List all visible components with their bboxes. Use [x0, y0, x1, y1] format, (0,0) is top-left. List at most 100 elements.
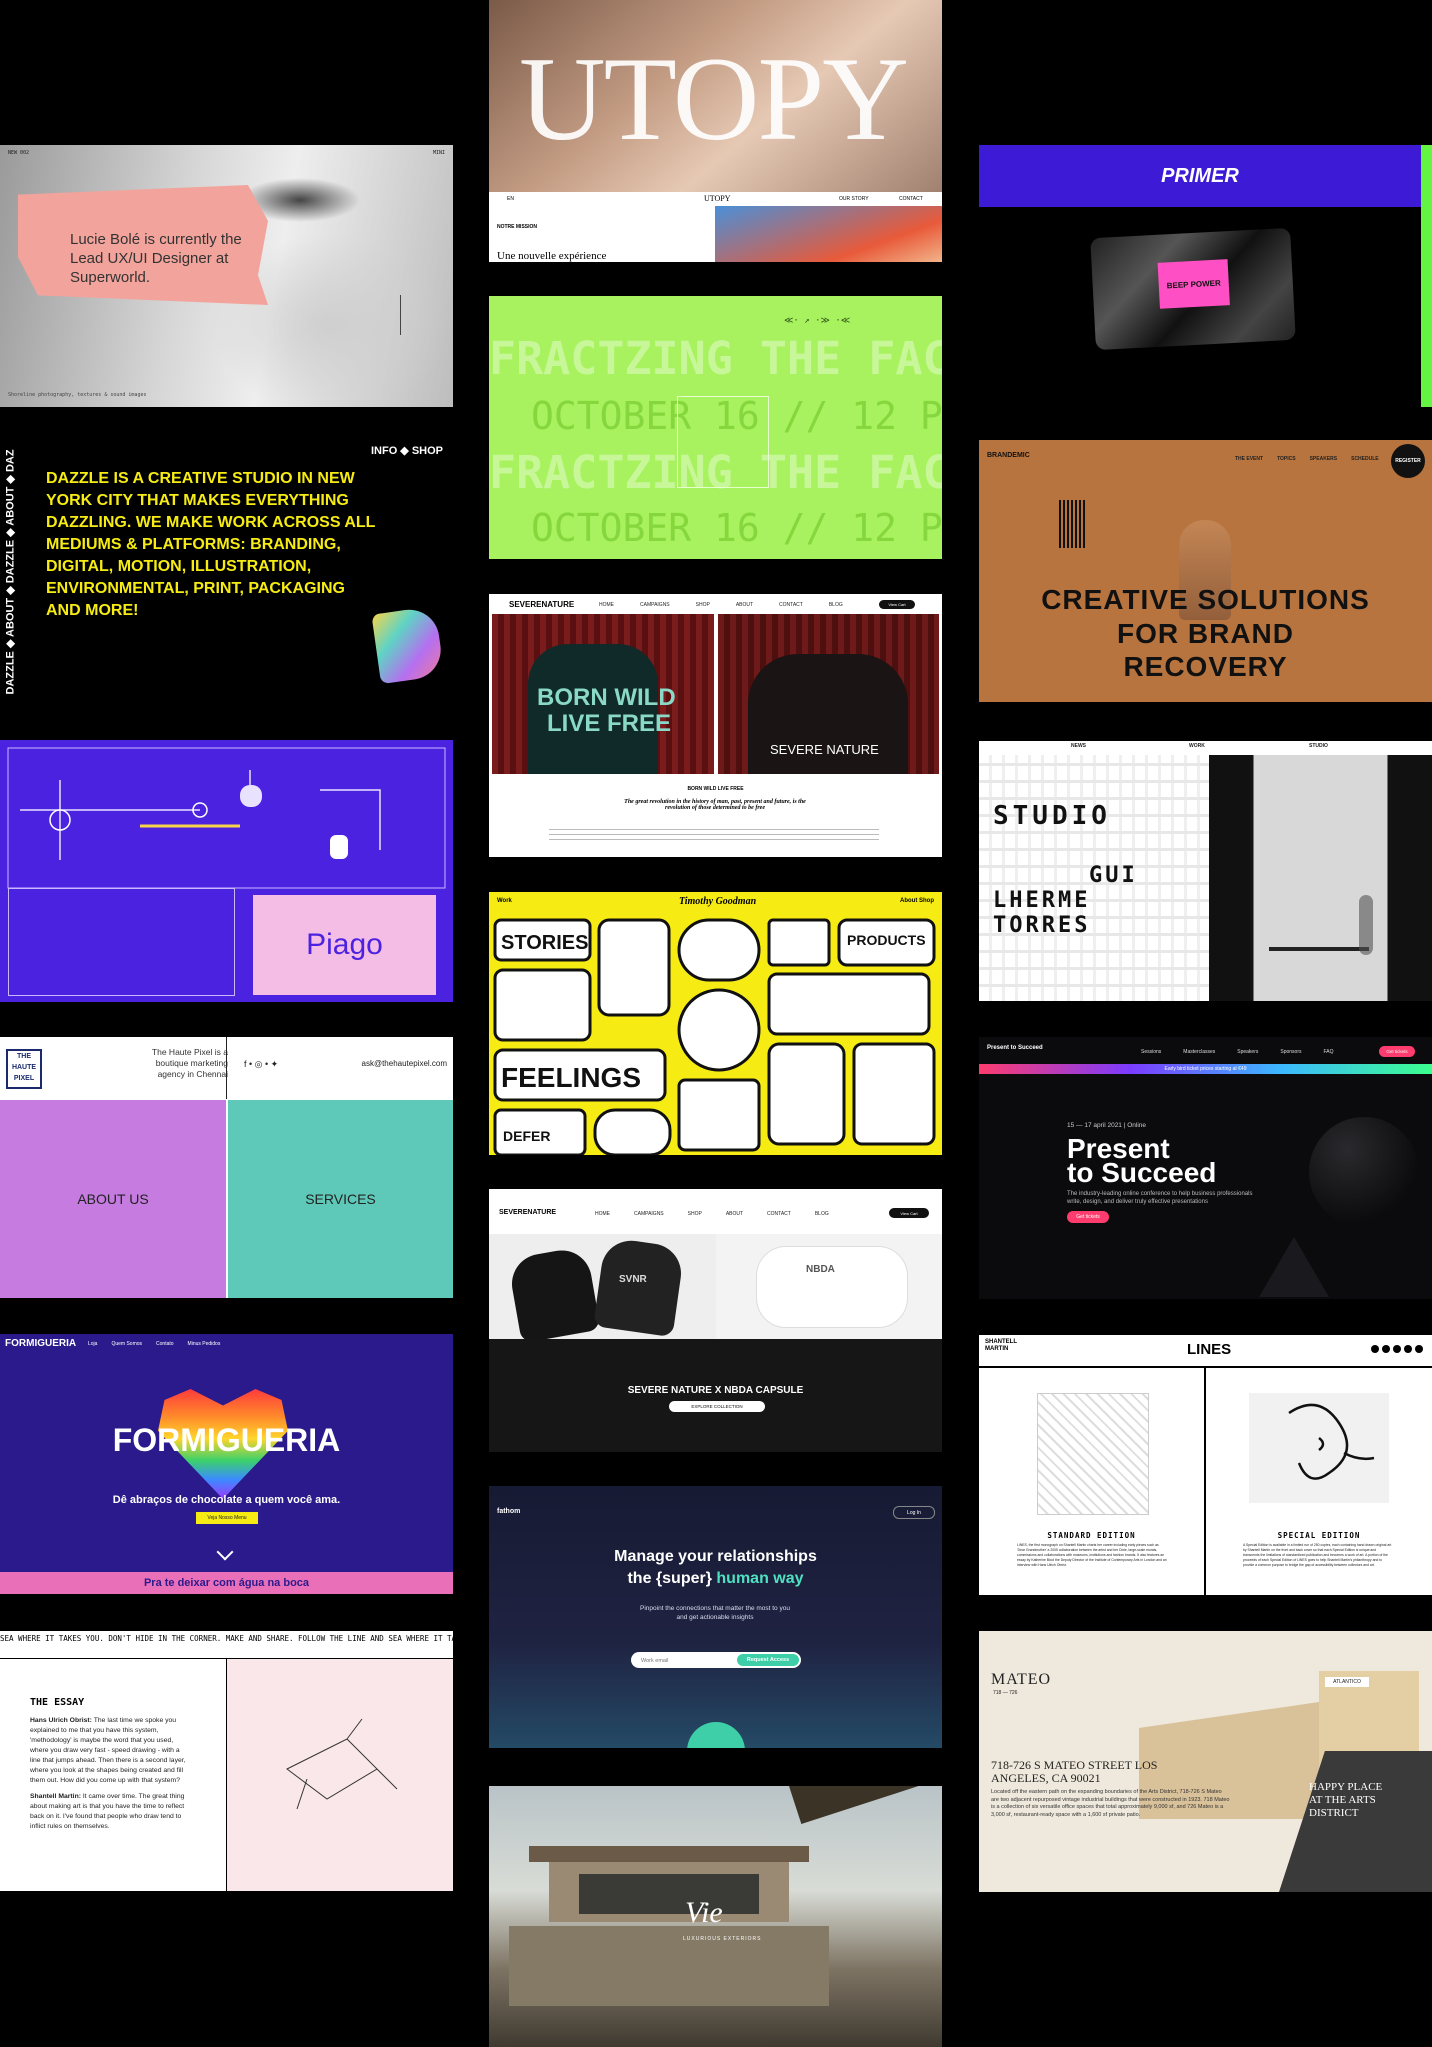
- slide-black-2: [593, 1236, 685, 1338]
- social-icons[interactable]: f • ◎ • ✦: [244, 1059, 278, 1070]
- line-sketch: [286, 1718, 398, 1810]
- nav-schedule[interactable]: SCHEDULE: [1351, 456, 1379, 462]
- timothy-logo[interactable]: Timothy Goodman: [679, 896, 756, 907]
- nav-sponsors[interactable]: Sponsors: [1280, 1049, 1301, 1055]
- nav-campaigns[interactable]: CAMPAIGNS: [640, 602, 670, 608]
- social-icon-5[interactable]: [1415, 1345, 1423, 1353]
- tile-fathom[interactable]: fathom Log In Manage your relationships …: [489, 1486, 942, 1748]
- tile-utopy[interactable]: UTOPY EN UTOPY OUR STORY CONTACT NOTRE M…: [489, 0, 942, 262]
- nav-contact[interactable]: CONTACT: [767, 1211, 791, 1217]
- nav-event[interactable]: THE EVENT: [1235, 456, 1263, 462]
- name-part-3: TORRES: [993, 913, 1091, 938]
- essay-speaker-2: Shantell Martin:: [30, 1793, 81, 1800]
- nav-sessions[interactable]: Sessions: [1141, 1049, 1161, 1055]
- nav-quem-somos[interactable]: Quem Somos: [111, 1341, 142, 1347]
- login-button[interactable]: Log In: [893, 1506, 935, 1519]
- severe-logo[interactable]: SEVERENATURE: [499, 1209, 556, 1216]
- tile-guilherme[interactable]: NEWS WORK STUDIO STUDIO GUI LHERME TORRE…: [979, 741, 1432, 1001]
- email-link[interactable]: ask@thehautepixel.com: [362, 1059, 448, 1068]
- nav-faq[interactable]: FAQ: [1324, 1049, 1334, 1055]
- nav-studio[interactable]: STUDIO: [1309, 743, 1328, 749]
- nav-work[interactable]: Work: [497, 898, 512, 904]
- nav-news[interactable]: NEWS: [1071, 743, 1086, 749]
- view-cart-button[interactable]: View Cart: [889, 1208, 929, 1218]
- haute-logo-l1: THE: [17, 1053, 31, 1060]
- shantell-logo[interactable]: SHANTELL MARTIN: [985, 1339, 1025, 1353]
- services-button[interactable]: SERVICES: [228, 1100, 453, 1298]
- primer-logo[interactable]: PRIMER: [1161, 165, 1239, 188]
- social-icon-4[interactable]: [1404, 1345, 1412, 1353]
- social-icons[interactable]: [1371, 1345, 1423, 1353]
- tile-piago[interactable]: Piago: [0, 740, 453, 1002]
- nav-blog[interactable]: BLOG: [815, 1211, 829, 1217]
- nav-shop[interactable]: SHOP: [696, 602, 710, 608]
- brandemic-h3: RECOVERY: [1123, 651, 1288, 682]
- tile-lines[interactable]: SHANTELL MARTIN LINES STANDARD EDITION S…: [979, 1335, 1432, 1595]
- nav-pedidos[interactable]: Minus Pedidos: [188, 1341, 221, 1347]
- nav-campaigns[interactable]: CAMPAIGNS: [634, 1211, 664, 1217]
- menu-button[interactable]: Veja Nosso Menu: [196, 1512, 258, 1524]
- nav-contact[interactable]: CONTACT: [899, 196, 923, 202]
- present-logo[interactable]: Present to Succeed: [987, 1045, 1047, 1051]
- nav-about[interactable]: ABOUT: [736, 602, 753, 608]
- nav-masterclasses[interactable]: Masterclasses: [1183, 1049, 1215, 1055]
- nav-our-story[interactable]: OUR STORY: [839, 196, 869, 202]
- nav-lang[interactable]: EN: [507, 196, 514, 202]
- top-right-label[interactable]: MINI: [433, 150, 445, 156]
- about-us-button[interactable]: ABOUT US: [0, 1100, 226, 1298]
- nav-about[interactable]: ABOUT: [726, 1211, 743, 1217]
- nav-contato[interactable]: Contato: [156, 1341, 174, 1347]
- severe-logo[interactable]: SEVERENATURE: [509, 600, 574, 609]
- social-icon-2[interactable]: [1382, 1345, 1390, 1353]
- nav-topics[interactable]: TOPICS: [1277, 456, 1296, 462]
- tile-haute-pixel[interactable]: THE HAUTE PIXEL The Haute Pixel is a bou…: [0, 1037, 453, 1298]
- chevron-down-icon[interactable]: [216, 1543, 234, 1561]
- fathom-logo[interactable]: fathom: [497, 1508, 520, 1515]
- tickets-nav-button[interactable]: Get tickets: [1379, 1046, 1415, 1057]
- nav-contact[interactable]: CONTACT: [779, 602, 803, 608]
- tile-present[interactable]: Present to Succeed Sessions Masterclasse…: [979, 1037, 1432, 1299]
- get-tickets-label: Get tickets: [1076, 1214, 1100, 1220]
- tile-primer[interactable]: PRIMER BEEP POWER: [979, 145, 1432, 407]
- tile-fracture[interactable]: ≪· ↗ ·≫ ·≪ FRACTZING THE FACTS OCTOBER 1…: [489, 296, 942, 559]
- tile-brandemic[interactable]: BRANDEMIC THE EVENT TOPICS SPEAKERS SCHE…: [979, 440, 1432, 702]
- nav-shop[interactable]: SHOP: [688, 1211, 702, 1217]
- social-icon-3[interactable]: [1393, 1345, 1401, 1353]
- nav-home[interactable]: HOME: [595, 1211, 610, 1217]
- tile-severe-1[interactable]: SEVERENATURE HOME CAMPAIGNS SHOP ABOUT C…: [489, 594, 942, 857]
- get-tickets-button[interactable]: Get tickets: [1067, 1211, 1109, 1223]
- tile-severe-2[interactable]: SEVERENATURE HOME CAMPAIGNS SHOP ABOUT C…: [489, 1189, 942, 1452]
- dazzle-nav[interactable]: INFO ◆ SHOP: [371, 444, 443, 457]
- vhs-label-text: BEEP POWER: [1166, 278, 1221, 290]
- social-icon-1[interactable]: [1371, 1345, 1379, 1353]
- tile-dazzle[interactable]: DAZZLE ◆ ABOUT ◆ DAZZLE ◆ ABOUT ◆ DAZ IN…: [0, 438, 453, 701]
- brandemic-logo[interactable]: BRANDEMIC: [987, 452, 1030, 459]
- mateo-logo[interactable]: MATEO: [991, 1671, 1051, 1689]
- tile-essay[interactable]: SEA WHERE IT TAKES YOU. DON'T HIDE IN TH…: [0, 1631, 453, 1891]
- explore-button[interactable]: EXPLORE COLLECTION: [669, 1401, 765, 1412]
- shirt-text-1: BORN WILD: [537, 684, 676, 711]
- tile-villa[interactable]: Vie LUXURIOUS EXTERIORS: [489, 1786, 942, 2047]
- nav-blog[interactable]: BLOG: [829, 602, 843, 608]
- nav-speakers[interactable]: SPEAKERS: [1310, 456, 1338, 462]
- request-access-button[interactable]: Request Access: [737, 1654, 799, 1666]
- register-button[interactable]: REGISTER: [1391, 444, 1425, 478]
- tile-formigueria[interactable]: FORMIGUERIA Loja Quem Somos Contato Minu…: [0, 1334, 453, 1594]
- mateo-sign: ATLANTICO: [1325, 1677, 1369, 1687]
- nav-speakers[interactable]: Speakers: [1237, 1049, 1258, 1055]
- nav-work[interactable]: WORK: [1189, 743, 1205, 749]
- nav-logo[interactable]: UTOPY: [704, 194, 731, 203]
- essay-ticker: SEA WHERE IT TAKES YOU. DON'T HIDE IN TH…: [0, 1634, 453, 1643]
- nav-loja[interactable]: Loja: [88, 1341, 97, 1347]
- nav-about-shop[interactable]: About Shop: [900, 898, 934, 904]
- email-input[interactable]: [639, 1654, 723, 1667]
- tile-timothy[interactable]: Work Timothy Goodman About Shop STORIES …: [489, 892, 942, 1155]
- tile-lucie[interactable]: NEW 002 MINI Lucie Bolé is currently the…: [0, 145, 453, 407]
- promo-banner[interactable]: Early bird ticket prices starting at €49: [979, 1064, 1432, 1074]
- view-cart-button[interactable]: View Cart: [879, 600, 915, 609]
- vhs-label: BEEP POWER: [1157, 259, 1230, 309]
- formigueria-logo[interactable]: FORMIGUERIA: [5, 1338, 76, 1349]
- tile-mateo[interactable]: MATEO 718 — 726 ATLANTICO 718-726 S MATE…: [979, 1631, 1432, 1892]
- nav-home[interactable]: HOME: [599, 602, 614, 608]
- collection-quote: The great revolution in the history of m…: [624, 799, 806, 811]
